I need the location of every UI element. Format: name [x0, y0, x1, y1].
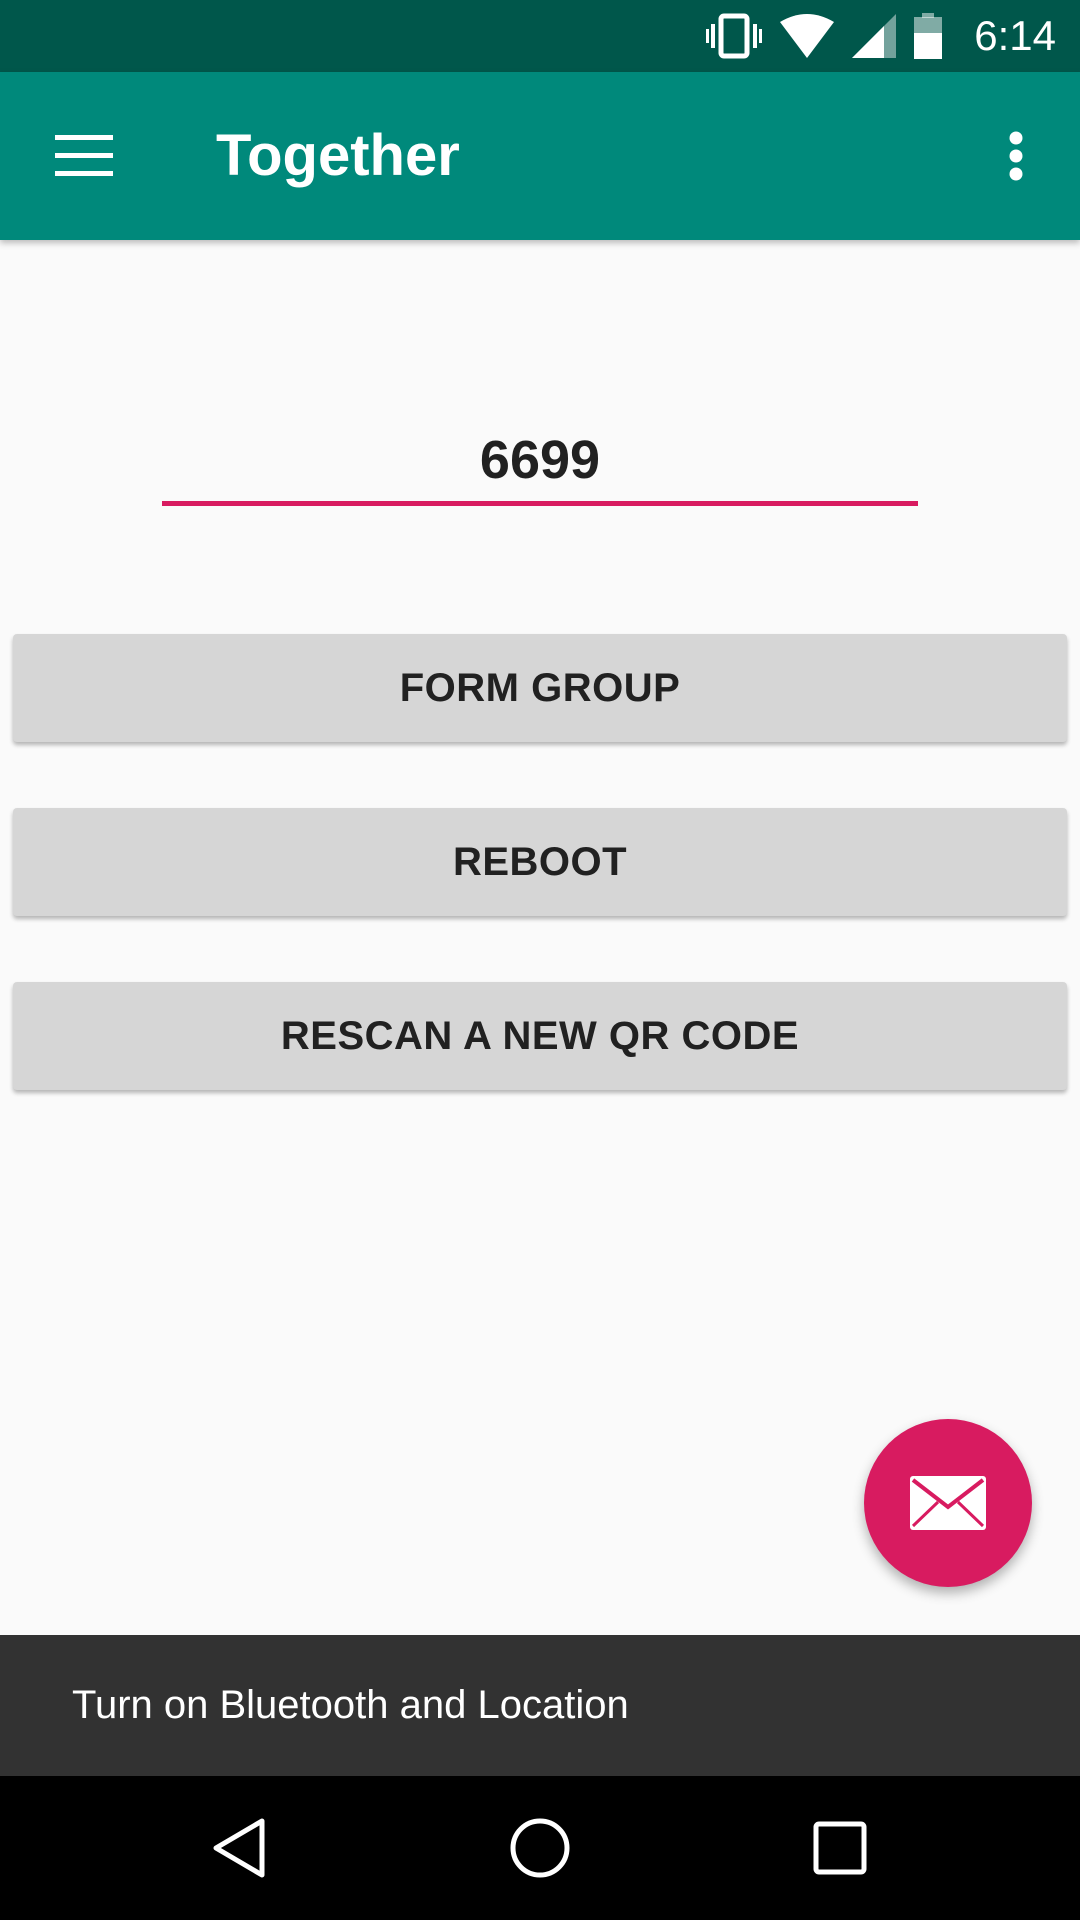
status-time: 6:14 — [974, 12, 1056, 59]
more-vert-icon — [1009, 131, 1023, 181]
snackbar: Turn on Bluetooth and Location — [0, 1635, 1080, 1776]
status-icons: 6:14 — [706, 0, 1056, 72]
hamburger-menu-button[interactable] — [40, 112, 128, 200]
wifi-icon — [780, 14, 835, 58]
overflow-menu-button[interactable] — [976, 112, 1056, 200]
hamburger-menu-icon — [55, 135, 113, 176]
status-bar: 6:14 — [0, 0, 1080, 72]
nav-recents-button[interactable] — [790, 1798, 890, 1898]
recents-icon — [813, 1821, 867, 1875]
nav-home-button[interactable] — [490, 1798, 590, 1898]
app-bar: Together — [0, 72, 1080, 240]
group-code-value: 6699 — [479, 430, 601, 490]
nav-back-button[interactable] — [190, 1798, 290, 1898]
mail-fab-button[interactable] — [864, 1419, 1032, 1587]
form-group-button[interactable]: FORM GROUP — [13, 634, 1067, 742]
cell-signal-icon — [852, 14, 897, 58]
reboot-button[interactable]: REBOOT — [13, 808, 1067, 916]
mail-icon — [910, 1476, 986, 1530]
group-code-field[interactable]: 6699 — [162, 420, 918, 506]
home-icon — [510, 1818, 570, 1878]
rescan-qr-code-button[interactable]: RESCAN A NEW QR CODE — [13, 982, 1067, 1090]
battery-icon — [914, 13, 943, 59]
back-icon — [213, 1818, 265, 1878]
navigation-bar — [0, 1776, 1080, 1920]
vibrate-icon — [706, 13, 763, 59]
field-underline — [162, 501, 918, 506]
app-title: Together — [216, 123, 460, 188]
snackbar-message: Turn on Bluetooth and Location — [72, 1683, 629, 1727]
